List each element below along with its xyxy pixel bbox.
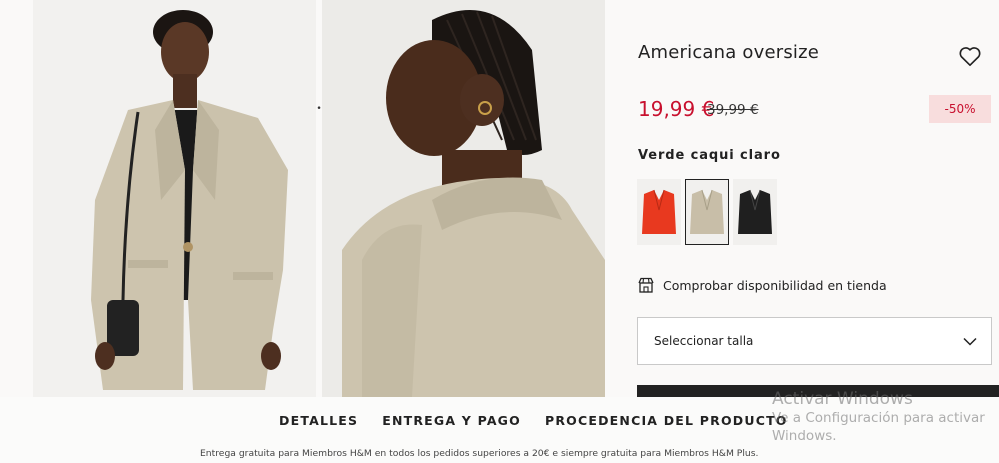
watermark-line-2: Windows. <box>772 428 837 444</box>
watermark-title: Activar Windows <box>772 389 913 409</box>
check-store-availability[interactable]: Comprobar disponibilidad en tienda <box>638 277 887 293</box>
discount-badge: -50% <box>929 95 991 123</box>
product-page: • Americana oversize 19,99 € 39,99 € -50… <box>0 0 999 463</box>
delivery-footnote: Entrega gratuita para Miembros H&M en to… <box>200 448 759 459</box>
tab-details[interactable]: DETALLES <box>279 413 358 428</box>
model-front-illustration <box>33 0 316 397</box>
size-select[interactable]: Seleccionar talla <box>637 317 992 365</box>
swatch-light-khaki[interactable] <box>685 179 729 245</box>
watermark-line-1: Ve a Configuración para activar <box>772 410 985 426</box>
original-price: 39,99 € <box>707 102 759 118</box>
check-store-availability-label: Comprobar disponibilidad en tienda <box>663 277 887 293</box>
tab-product-origin[interactable]: PROCEDENCIA DEL PRODUCTO <box>545 413 788 428</box>
selected-color-label: Verde caqui claro <box>638 148 781 163</box>
sale-price: 19,99 € <box>638 97 715 121</box>
favorite-button[interactable] <box>957 43 983 69</box>
color-swatches <box>637 179 777 245</box>
product-title: Americana oversize <box>638 42 820 63</box>
product-photo-front[interactable] <box>33 0 316 397</box>
product-info-tabs: DETALLES ENTREGA Y PAGO PROCEDENCIA DEL … <box>279 413 788 428</box>
swatch-red[interactable] <box>637 179 681 245</box>
product-photo-back[interactable] <box>322 0 605 397</box>
windows-activation-watermark: Activar Windows Ve a Configuración para … <box>772 389 985 445</box>
store-icon <box>638 277 654 293</box>
tab-delivery-payment[interactable]: ENTREGA Y PAGO <box>382 413 521 428</box>
chevron-down-icon <box>963 337 977 346</box>
model-back-illustration <box>322 0 605 397</box>
heart-icon <box>959 47 981 67</box>
swatch-black[interactable] <box>733 179 777 245</box>
size-select-label: Seleccionar talla <box>654 334 754 348</box>
